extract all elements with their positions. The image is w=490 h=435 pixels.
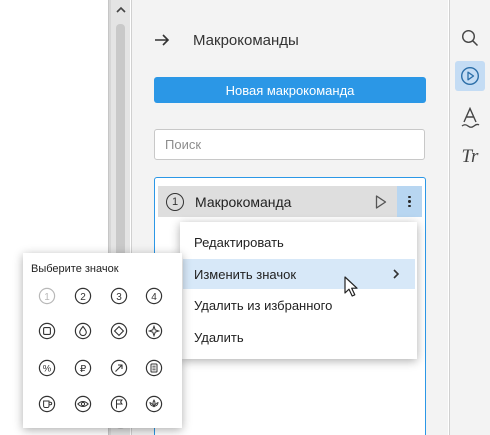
svg-text:4: 4	[151, 292, 157, 303]
square-icon[interactable]	[36, 320, 58, 342]
menu-item-change-icon[interactable]: Изменить значок	[183, 259, 415, 289]
number-1-icon[interactable]: 1	[36, 285, 58, 307]
macro-item[interactable]: 1 Макрокоманда	[158, 186, 422, 217]
compass-icon[interactable]	[143, 320, 165, 342]
menu-item-label: Изменить значок	[194, 266, 297, 282]
number-3-icon[interactable]: 3	[108, 285, 130, 307]
ruble-icon[interactable]: ₽	[72, 357, 94, 379]
panel-header: Макрокоманды	[154, 28, 299, 52]
menu-item-remove-favorite[interactable]: Удалить из избранного	[180, 290, 417, 320]
play-icon[interactable]	[373, 194, 389, 210]
panel-title: Макрокоманды	[193, 31, 299, 49]
drop-icon[interactable]	[72, 320, 94, 342]
macro-play-icon[interactable]	[455, 61, 485, 91]
arrow-up-right-icon[interactable]	[108, 357, 130, 379]
percent-icon[interactable]: %	[36, 357, 58, 379]
context-menu: Редактировать Изменить значок Удалить из…	[180, 222, 417, 359]
menu-item-delete[interactable]: Удалить	[180, 322, 417, 352]
number-2-icon[interactable]: 2	[72, 285, 94, 307]
menu-item-edit[interactable]: Редактировать	[180, 227, 417, 257]
chevron-right-icon	[393, 269, 400, 279]
new-macro-button[interactable]: Новая макрокоманда	[154, 77, 426, 103]
font-icon[interactable]: Tr	[455, 142, 485, 172]
svg-text:1: 1	[44, 292, 50, 303]
search-input[interactable]	[154, 129, 425, 160]
scroll-up-icon[interactable]	[111, 0, 130, 20]
menu-item-label: Редактировать	[194, 234, 284, 250]
diamond-icon[interactable]	[108, 320, 130, 342]
search-icon[interactable]	[455, 23, 485, 53]
mouse-cursor-icon	[344, 276, 358, 297]
macro-number-icon: 1	[166, 192, 184, 211]
menu-item-label: Удалить из избранного	[194, 297, 333, 313]
cup-icon[interactable]	[36, 393, 58, 415]
flag-icon[interactable]	[108, 393, 130, 415]
right-toolbar: Tr	[449, 0, 490, 435]
lotus-icon[interactable]	[143, 393, 165, 415]
font-icon-glyph: Tr	[461, 146, 479, 167]
eye-icon[interactable]	[72, 393, 94, 415]
svg-text:%: %	[43, 364, 52, 375]
svg-text:3: 3	[116, 292, 122, 303]
document-icon[interactable]	[143, 357, 165, 379]
svg-text:₽: ₽	[80, 364, 87, 375]
arrow-right-icon[interactable]	[154, 29, 176, 51]
menu-item-label: Удалить	[194, 329, 244, 345]
number-4-icon[interactable]: 4	[143, 285, 165, 307]
icon-picker-title: Выберите значок	[31, 263, 119, 275]
icon-picker: Выберите значок 1 2 3 4 % ₽	[23, 253, 182, 428]
svg-text:2: 2	[80, 292, 86, 303]
more-options-button[interactable]	[397, 186, 422, 217]
macro-name: Макрокоманда	[195, 193, 292, 210]
text-style-icon[interactable]	[455, 103, 485, 133]
